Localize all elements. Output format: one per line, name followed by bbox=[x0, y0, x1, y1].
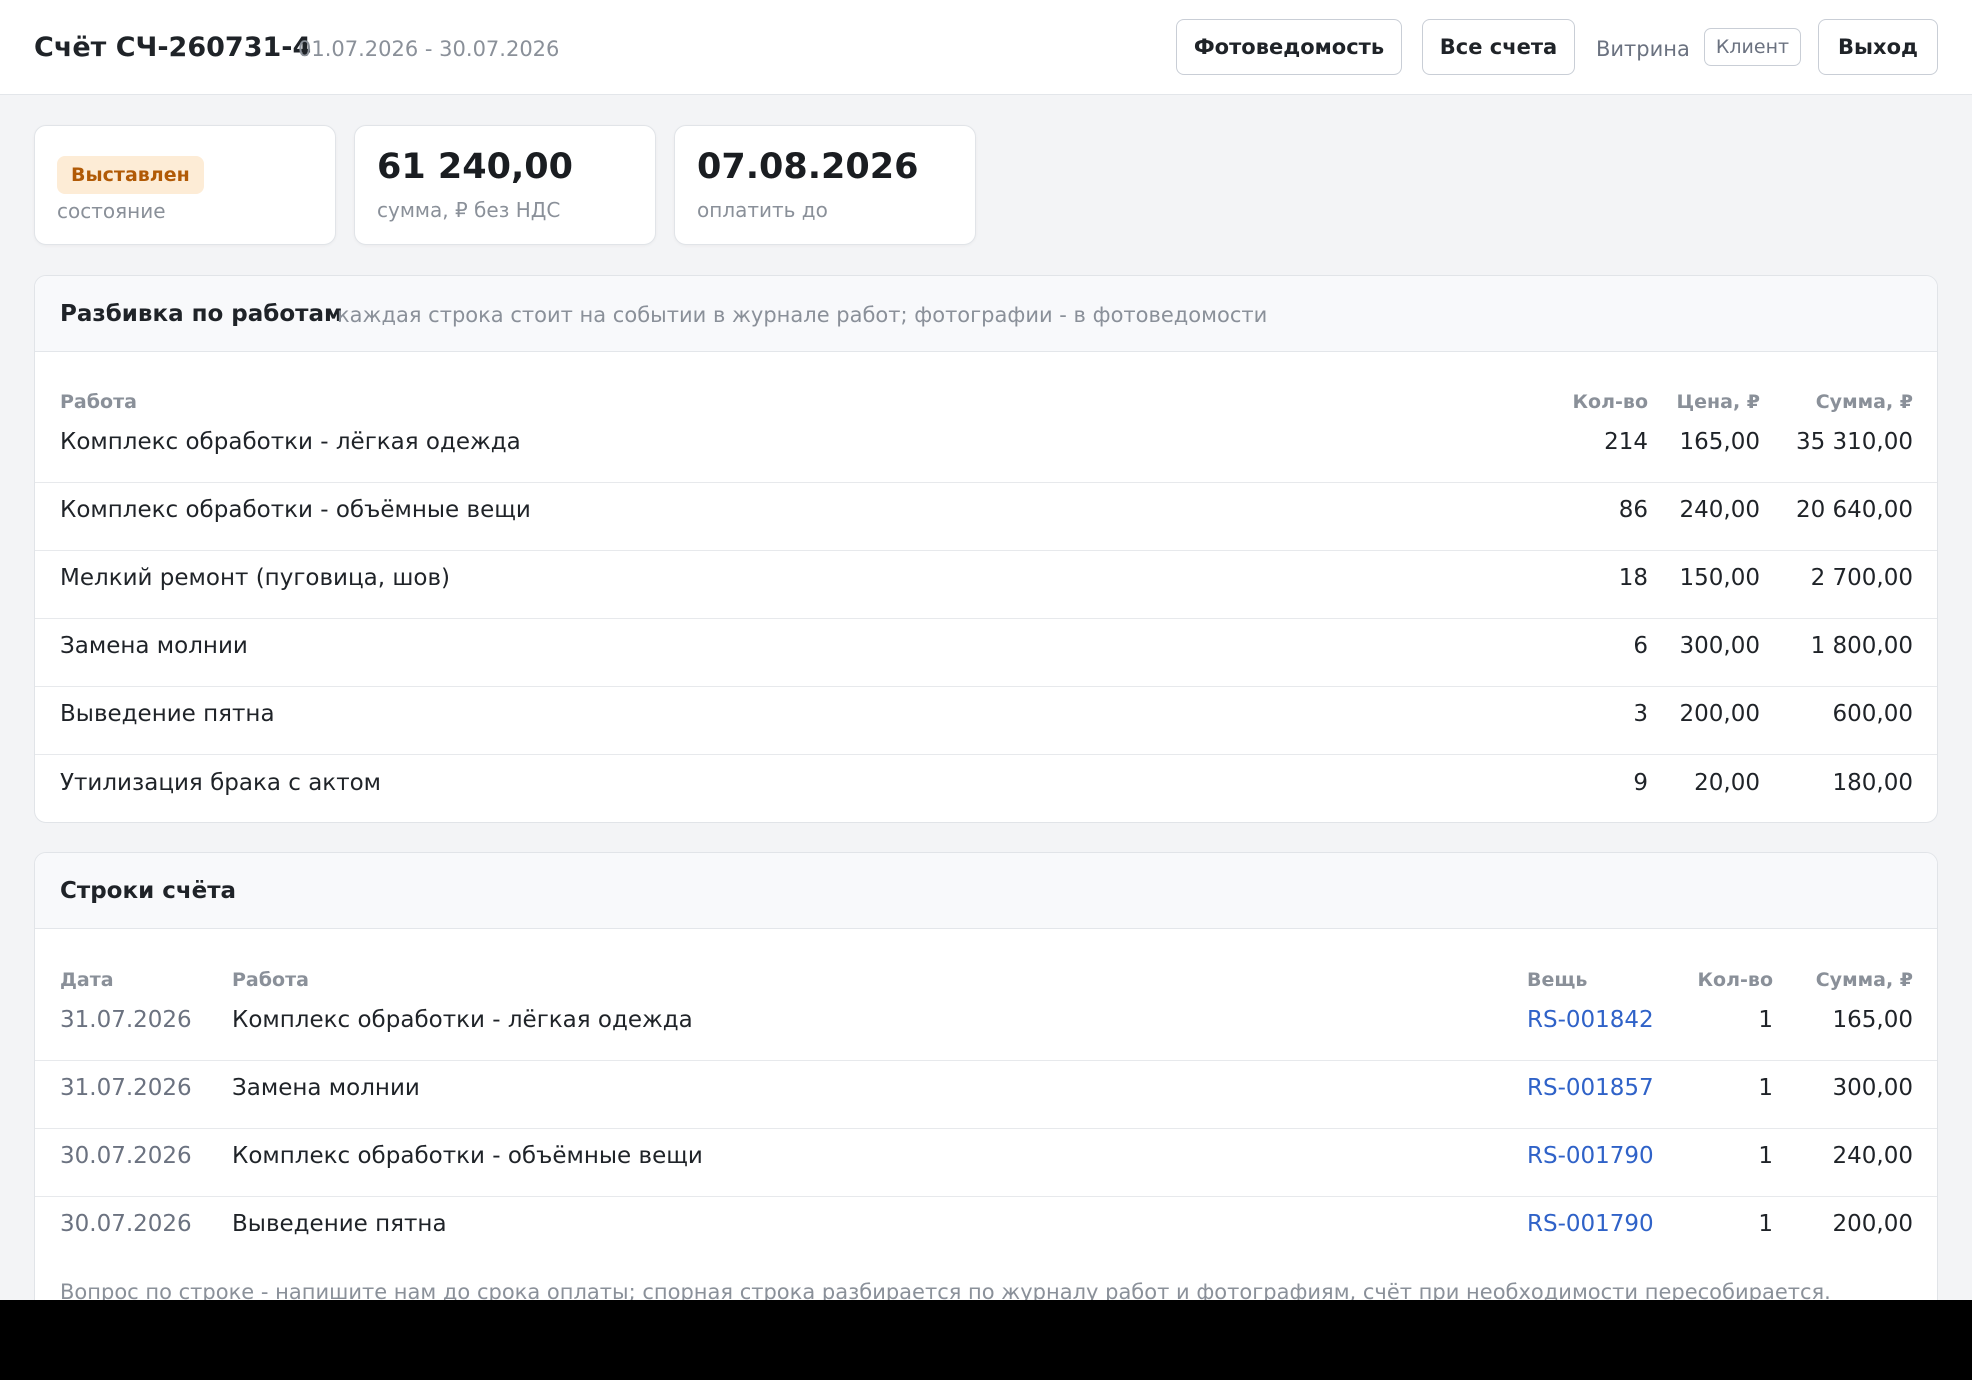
status-badge: Выставлен bbox=[57, 156, 204, 194]
work-price: 150,00 bbox=[1679, 564, 1760, 591]
work-price: 165,00 bbox=[1679, 428, 1760, 455]
line-date: 30.07.2026 bbox=[60, 1142, 192, 1169]
status-card: Выставлен состояние bbox=[34, 125, 336, 245]
col-date-header: Дата bbox=[60, 969, 114, 991]
invoice-lines-title: Строки счёта bbox=[60, 878, 237, 904]
col-qty-header: Кол-во bbox=[1697, 969, 1773, 991]
table-row: 31.07.2026 Комплекс обработки - лёгкая о… bbox=[35, 993, 1937, 1061]
role-badge: Клиент bbox=[1704, 28, 1801, 66]
work-qty: 3 bbox=[1633, 700, 1648, 727]
line-sum: 200,00 bbox=[1832, 1210, 1913, 1237]
due-date-label: оплатить до bbox=[697, 198, 828, 222]
table-row: 30.07.2026 Выведение пятна RS-001790 1 2… bbox=[35, 1197, 1937, 1265]
work-qty: 18 bbox=[1618, 564, 1648, 591]
table-row: Комплекс обработки - лёгкая одежда 214 1… bbox=[35, 415, 1937, 483]
col-item-header: Вещь bbox=[1527, 969, 1588, 991]
work-price: 300,00 bbox=[1679, 632, 1760, 659]
dispute-footnote: Вопрос по строке - напишите нам до срока… bbox=[60, 1280, 1831, 1300]
invoice-lines-panel: Строки счёта Дата Работа Вещь Кол-во Сум… bbox=[34, 852, 1938, 1300]
invoice-lines-panel-header: Строки счёта bbox=[35, 853, 1937, 929]
line-work: Выведение пятна bbox=[232, 1210, 447, 1237]
line-qty: 1 bbox=[1758, 1006, 1773, 1033]
work-sum: 20 640,00 bbox=[1795, 496, 1913, 523]
work-qty: 214 bbox=[1604, 428, 1648, 455]
col-qty-header: Кол-во bbox=[1572, 391, 1648, 413]
table-row: 31.07.2026 Замена молнии RS-001857 1 300… bbox=[35, 1061, 1937, 1129]
top-bar: Счёт СЧ-260731-4 01.07.2026 - 30.07.2026… bbox=[0, 0, 1972, 95]
line-work: Замена молнии bbox=[232, 1074, 420, 1101]
status-label: состояние bbox=[57, 199, 166, 223]
work-name: Выведение пятна bbox=[60, 700, 275, 727]
invoice-page: Счёт СЧ-260731-4 01.07.2026 - 30.07.2026… bbox=[0, 0, 1972, 1300]
sum-label: сумма, ₽ без НДС bbox=[377, 198, 561, 222]
invoice-title: Счёт СЧ-260731-4 bbox=[34, 32, 312, 63]
work-name: Мелкий ремонт (пуговица, шов) bbox=[60, 564, 451, 591]
due-date-card: 07.08.2026 оплатить до bbox=[674, 125, 976, 245]
table-row: Замена молнии 6 300,00 1 800,00 bbox=[35, 619, 1937, 687]
work-qty: 86 bbox=[1618, 496, 1648, 523]
work-price: 20,00 bbox=[1694, 769, 1760, 796]
table-row: Комплекс обработки - объёмные вещи 86 24… bbox=[35, 483, 1937, 551]
line-work: Комплекс обработки - объёмные вещи bbox=[232, 1142, 703, 1169]
table-row: 30.07.2026 Комплекс обработки - объёмные… bbox=[35, 1129, 1937, 1197]
work-name: Замена молнии bbox=[60, 632, 248, 659]
due-date-value: 07.08.2026 bbox=[697, 147, 919, 187]
col-sum-header: Сумма, ₽ bbox=[1815, 969, 1913, 991]
col-price-header: Цена, ₽ bbox=[1676, 391, 1760, 413]
col-work-header: Работа bbox=[232, 969, 309, 991]
item-link[interactable]: RS-001842 bbox=[1527, 993, 1654, 1046]
breakdown-hint: каждая строка стоит на событии в журнале… bbox=[337, 303, 1268, 327]
col-sum-header: Сумма, ₽ bbox=[1815, 391, 1913, 413]
breakdown-title: Разбивка по работам bbox=[60, 301, 343, 327]
photo-sheet-button[interactable]: Фотоведомость bbox=[1176, 19, 1402, 75]
line-sum: 165,00 bbox=[1832, 1006, 1913, 1033]
line-qty: 1 bbox=[1758, 1142, 1773, 1169]
work-qty: 6 bbox=[1633, 632, 1648, 659]
invoice-period: 01.07.2026 - 30.07.2026 bbox=[298, 37, 560, 61]
work-sum: 2 700,00 bbox=[1810, 564, 1913, 591]
work-price: 240,00 bbox=[1679, 496, 1760, 523]
storefront-label: Витрина bbox=[1596, 37, 1690, 61]
sum-card: 61 240,00 сумма, ₽ без НДС bbox=[354, 125, 656, 245]
footnote-area: Вопрос по строке - напишите нам до срока… bbox=[0, 1262, 1972, 1300]
table-row: Мелкий ремонт (пуговица, шов) 18 150,00 … bbox=[35, 551, 1937, 619]
sum-value: 61 240,00 bbox=[377, 147, 573, 187]
col-work-header: Работа bbox=[60, 391, 137, 413]
table-row: Выведение пятна 3 200,00 600,00 bbox=[35, 687, 1937, 755]
line-sum: 240,00 bbox=[1832, 1142, 1913, 1169]
line-date: 31.07.2026 bbox=[60, 1006, 192, 1033]
line-qty: 1 bbox=[1758, 1210, 1773, 1237]
work-sum: 35 310,00 bbox=[1795, 428, 1913, 455]
item-link[interactable]: RS-001857 bbox=[1527, 1061, 1654, 1114]
item-link[interactable]: RS-001790 bbox=[1527, 1129, 1654, 1182]
line-sum: 300,00 bbox=[1832, 1074, 1913, 1101]
all-invoices-button[interactable]: Все счета bbox=[1422, 19, 1575, 75]
breakdown-panel: Разбивка по работам каждая строка стоит … bbox=[34, 275, 1938, 823]
line-qty: 1 bbox=[1758, 1074, 1773, 1101]
work-name: Комплекс обработки - лёгкая одежда bbox=[60, 428, 521, 455]
work-price: 200,00 bbox=[1679, 700, 1760, 727]
line-date: 30.07.2026 bbox=[60, 1210, 192, 1237]
work-sum: 600,00 bbox=[1832, 700, 1913, 727]
breakdown-panel-header: Разбивка по работам каждая строка стоит … bbox=[35, 276, 1937, 352]
work-sum: 180,00 bbox=[1832, 769, 1913, 796]
line-work: Комплекс обработки - лёгкая одежда bbox=[232, 1006, 693, 1033]
work-qty: 9 bbox=[1633, 769, 1648, 796]
work-name: Утилизация брака с актом bbox=[60, 769, 382, 796]
work-sum: 1 800,00 bbox=[1810, 632, 1913, 659]
logout-button[interactable]: Выход bbox=[1818, 19, 1938, 75]
table-row: Утилизация брака с актом 9 20,00 180,00 bbox=[35, 756, 1937, 822]
work-name: Комплекс обработки - объёмные вещи bbox=[60, 496, 531, 523]
line-date: 31.07.2026 bbox=[60, 1074, 192, 1101]
item-link[interactable]: RS-001790 bbox=[1527, 1197, 1654, 1250]
